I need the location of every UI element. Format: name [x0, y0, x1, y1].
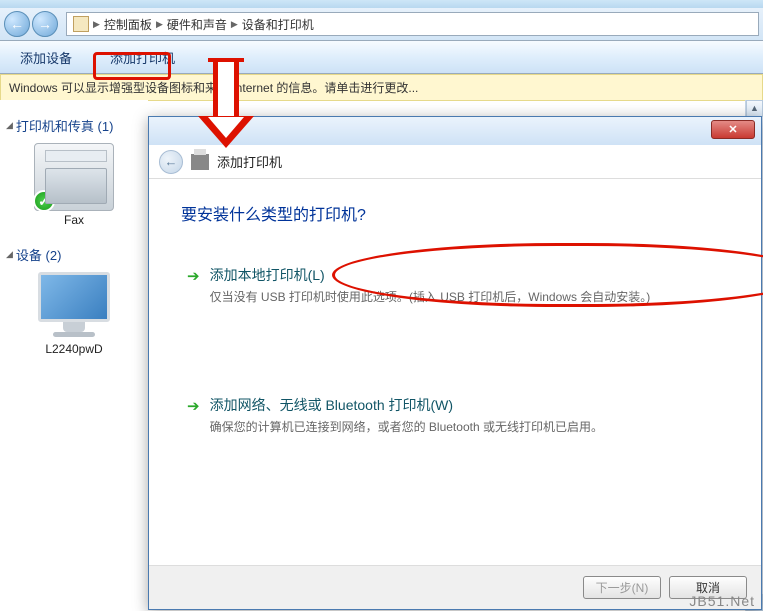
command-bar: 添加设备 添加打印机 [0, 41, 763, 74]
printer-icon [191, 154, 209, 170]
address-bar: ← → ▶ 控制面板 ▶ 硬件和声音 ▶ 设备和打印机 [0, 8, 763, 41]
crumb-mid[interactable]: 硬件和声音 [167, 16, 227, 33]
dialog-back-button[interactable]: ← [159, 150, 183, 174]
info-bar-text: Windows 可以显示增强型设备图标和来自 Internet 的信息。请单击进… [9, 81, 418, 95]
info-bar[interactable]: Windows 可以显示增强型设备图标和来自 Internet 的信息。请单击进… [0, 74, 763, 101]
monitor-icon [34, 272, 114, 340]
watermark: JB51.Net [689, 593, 755, 609]
crumb-leaf[interactable]: 设备和打印机 [242, 16, 314, 33]
arrow-right-icon: ➔ [187, 397, 200, 435]
dialog-header: ← 添加打印机 [149, 145, 761, 179]
option-network-title: 添加网络、无线或 Bluetooth 打印机(W) [210, 395, 603, 415]
fax-icon: ✓ [34, 143, 114, 211]
option-local-desc: 仅当没有 USB 打印机时使用此选项。(插入 USB 打印机后，Windows … [210, 288, 651, 305]
category-printers-label: 打印机和传真 (1) [16, 116, 114, 135]
device-monitor-label: L2240pwD [6, 342, 142, 356]
chevron-right-icon: ▶ [231, 19, 238, 30]
default-check-icon: ✓ [33, 190, 55, 212]
device-list-pane: ◢ 打印机和传真 (1) ✓ Fax ◢ 设备 (2) L2240pwD [0, 100, 148, 611]
category-devices[interactable]: ◢ 设备 (2) [6, 245, 142, 264]
device-monitor[interactable]: L2240pwD [6, 272, 142, 356]
option-add-local-printer[interactable]: ➔ 添加本地打印机(L) 仅当没有 USB 打印机时使用此选项。(插入 USB … [181, 255, 729, 315]
collapse-icon: ◢ [6, 120, 13, 131]
next-button[interactable]: 下一步(N) [583, 576, 661, 599]
dialog-body: 要安装什么类型的打印机? ➔ 添加本地打印机(L) 仅当没有 USB 打印机时使… [149, 179, 761, 467]
dialog-footer: 下一步(N) 取消 [149, 565, 761, 609]
scroll-up-icon[interactable]: ▲ [746, 100, 763, 117]
device-fax-label: Fax [6, 213, 142, 227]
window-titlebar [0, 0, 763, 8]
nav-back-button[interactable]: ← [4, 11, 30, 37]
device-fax[interactable]: ✓ Fax [6, 143, 142, 227]
crumb-root[interactable]: 控制面板 [104, 16, 152, 33]
option-add-network-printer[interactable]: ➔ 添加网络、无线或 Bluetooth 打印机(W) 确保您的计算机已连接到网… [181, 385, 729, 445]
dialog-heading: 要安装什么类型的打印机? [181, 201, 729, 225]
dialog-title: 添加打印机 [217, 152, 282, 171]
breadcrumb[interactable]: ▶ 控制面板 ▶ 硬件和声音 ▶ 设备和打印机 [66, 12, 759, 36]
nav-forward-button[interactable]: → [32, 11, 58, 37]
add-printer-button[interactable]: 添加打印机 [100, 45, 185, 70]
chevron-right-icon: ▶ [93, 19, 100, 30]
option-local-title: 添加本地打印机(L) [210, 265, 651, 285]
dialog-titlebar[interactable]: ✕ [149, 117, 761, 145]
category-devices-label: 设备 (2) [16, 245, 62, 264]
category-printers[interactable]: ◢ 打印机和传真 (1) [6, 116, 142, 135]
control-panel-icon [73, 16, 89, 32]
collapse-icon: ◢ [6, 249, 13, 260]
close-button[interactable]: ✕ [711, 120, 755, 139]
chevron-right-icon: ▶ [156, 19, 163, 30]
add-device-button[interactable]: 添加设备 [10, 45, 82, 70]
arrow-right-icon: ➔ [187, 267, 200, 305]
option-network-desc: 确保您的计算机已连接到网络，或者您的 Bluetooth 或无线打印机已启用。 [210, 418, 603, 435]
add-printer-dialog: ✕ ← 添加打印机 要安装什么类型的打印机? ➔ 添加本地打印机(L) 仅当没有… [148, 116, 762, 610]
